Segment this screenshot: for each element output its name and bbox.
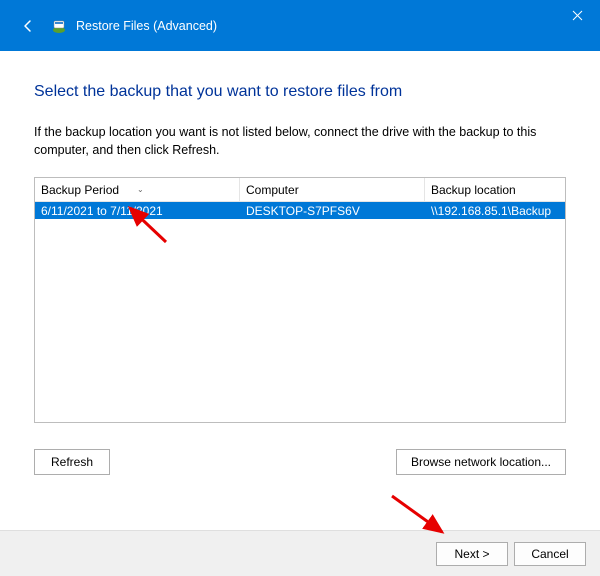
column-backup-location[interactable]: Backup location [425, 178, 565, 201]
page-heading: Select the backup that you want to resto… [34, 83, 566, 101]
column-label: Backup location [431, 183, 516, 197]
back-arrow-icon[interactable] [18, 16, 38, 36]
app-icon [50, 17, 68, 35]
column-computer[interactable]: Computer [240, 178, 425, 201]
sort-indicator-icon: ⌄ [137, 185, 144, 194]
list-header[interactable]: Backup Period ⌄ Computer Backup location [35, 178, 565, 202]
page-description: If the backup location you want is not l… [34, 123, 566, 159]
backup-list[interactable]: Backup Period ⌄ Computer Backup location… [34, 177, 566, 423]
wizard-footer: Next > Cancel [0, 530, 600, 576]
column-label: Computer [246, 183, 299, 197]
browse-network-button[interactable]: Browse network location... [396, 449, 566, 475]
next-button[interactable]: Next > [436, 542, 508, 566]
action-row: Refresh Browse network location... [34, 449, 566, 475]
close-button[interactable] [554, 0, 600, 30]
cancel-button[interactable]: Cancel [514, 542, 586, 566]
cell-location: \\192.168.85.1\Backup [425, 202, 565, 219]
column-backup-period[interactable]: Backup Period ⌄ [35, 178, 240, 201]
title-bar: Restore Files (Advanced) [0, 0, 600, 51]
window-title: Restore Files (Advanced) [76, 19, 217, 33]
cell-period: 6/11/2021 to 7/11/2021 [35, 202, 240, 219]
content-area: Select the backup that you want to resto… [0, 51, 600, 485]
refresh-button[interactable]: Refresh [34, 449, 110, 475]
cell-computer: DESKTOP-S7PFS6V [240, 202, 425, 219]
column-label: Backup Period [41, 183, 119, 197]
backup-row[interactable]: 6/11/2021 to 7/11/2021 DESKTOP-S7PFS6V \… [35, 202, 565, 219]
